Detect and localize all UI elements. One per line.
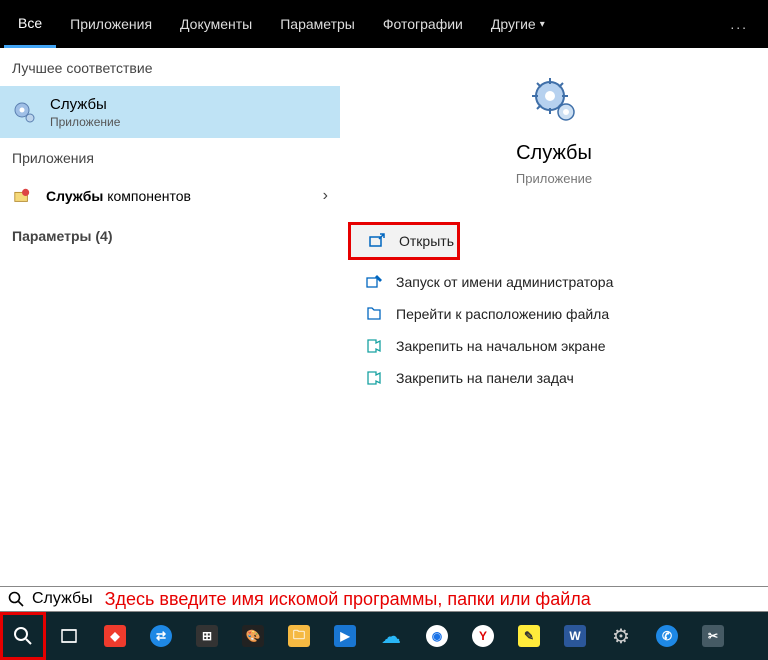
pin-to-taskbar-action[interactable]: Закрепить на панели задач (348, 362, 760, 394)
preview-title: Службы (516, 142, 592, 165)
app-result-item[interactable]: Службы компонентов › (0, 176, 340, 216)
search-icon (11, 624, 35, 648)
taskbar-search-button[interactable] (0, 612, 46, 660)
taskbar-app-explorer[interactable]: 🗀 (276, 612, 322, 660)
support-icon: ✆ (655, 624, 679, 648)
folder-icon: 🗀 (287, 624, 311, 648)
movies-icon: ▶ (333, 624, 357, 648)
notes-icon: ✎ (517, 624, 541, 648)
chevron-down-icon: ▾ (540, 19, 545, 30)
more-label: ... (730, 16, 748, 32)
tab-label: Фотографии (383, 16, 463, 32)
open-action[interactable]: Открыть (348, 222, 460, 260)
search-icon (8, 591, 24, 607)
gears-icon (530, 76, 578, 124)
taskview-icon (57, 624, 81, 648)
params-header[interactable]: Параметры (4) (0, 216, 340, 254)
calculator-icon: ⊞ (195, 624, 219, 648)
tab-label: Другие (491, 16, 536, 32)
results-list: Лучшее соответствие Службы Приложение Пр… (0, 48, 340, 586)
tab-documents[interactable]: Документы (166, 0, 266, 48)
tab-label: Все (18, 15, 42, 31)
anydesk-icon: ◆ (103, 624, 127, 648)
best-match-sub: Приложение (50, 115, 120, 129)
tab-photos[interactable]: Фотографии (369, 0, 477, 48)
best-match-header: Лучшее соответствие (0, 48, 340, 86)
gear-icon: ⚙ (609, 624, 633, 648)
location-icon (366, 306, 382, 322)
gears-icon (12, 100, 36, 124)
search-hint-annotation: Здесь введите имя искомой программы, пап… (105, 589, 591, 610)
run-as-admin-action[interactable]: Запуск от имени администратора (348, 266, 760, 298)
tab-settings[interactable]: Параметры (266, 0, 369, 48)
action-label: Закрепить на начальном экране (396, 338, 606, 354)
open-icon (369, 233, 385, 249)
admin-icon (366, 274, 382, 290)
component-icon (12, 186, 32, 206)
taskbar-app-snip[interactable]: ✂ (690, 612, 736, 660)
taskbar: ◆ ⇄ ⊞ 🎨 🗀 ▶ ☁ ◉ Y ✎ W ⚙ ✆ ✂ (0, 612, 768, 660)
tab-apps[interactable]: Приложения (56, 0, 166, 48)
search-filter-tabs: Все Приложения Документы Параметры Фотог… (0, 0, 768, 48)
taskbar-app-movies[interactable]: ▶ (322, 612, 368, 660)
pin-to-start-action[interactable]: Закрепить на начальном экране (348, 330, 760, 362)
cloud-icon: ☁ (379, 624, 403, 648)
apps-header: Приложения (0, 138, 340, 176)
tab-label: Документы (180, 16, 252, 32)
pin-taskbar-icon (366, 370, 382, 386)
taskbar-app-word[interactable]: W (552, 612, 598, 660)
taskbar-app-teamviewer[interactable]: ⇄ (138, 612, 184, 660)
taskbar-app-chrome[interactable]: ◉ (414, 612, 460, 660)
taskbar-app-yandex[interactable]: Y (460, 612, 506, 660)
word-icon: W (563, 624, 587, 648)
snip-icon: ✂ (701, 624, 725, 648)
preview-pane: Службы Приложение Открыть Запуск от имен… (340, 48, 768, 586)
chrome-icon: ◉ (425, 624, 449, 648)
taskbar-app-onedrive[interactable]: ☁ (368, 612, 414, 660)
search-query-text: Службы (32, 590, 93, 608)
action-label: Запуск от имени администратора (396, 274, 613, 290)
search-input-row[interactable]: Службы Здесь введите имя искомой програм… (0, 586, 768, 612)
action-label: Открыть (399, 233, 454, 249)
action-label: Перейти к расположению файла (396, 306, 609, 322)
taskbar-app-calculator[interactable]: ⊞ (184, 612, 230, 660)
taskbar-app-settings[interactable]: ⚙ (598, 612, 644, 660)
tab-label: Приложения (70, 16, 152, 32)
taskbar-app-paint[interactable]: 🎨 (230, 612, 276, 660)
tab-all[interactable]: Все (4, 0, 56, 48)
more-button[interactable]: ... (714, 16, 764, 32)
yandex-icon: Y (471, 624, 495, 648)
taskbar-app-anydesk[interactable]: ◆ (92, 612, 138, 660)
action-label: Закрепить на панели задач (396, 370, 574, 386)
open-file-location-action[interactable]: Перейти к расположению файла (348, 298, 760, 330)
tab-label: Параметры (280, 16, 355, 32)
taskbar-app-support[interactable]: ✆ (644, 612, 690, 660)
taskbar-app-notes[interactable]: ✎ (506, 612, 552, 660)
tab-other[interactable]: Другие ▾ (477, 0, 559, 48)
pin-start-icon (366, 338, 382, 354)
preview-subtitle: Приложение (516, 171, 592, 186)
taskbar-taskview-button[interactable] (46, 612, 92, 660)
best-match-title: Службы (50, 96, 120, 113)
preview-actions: Открыть Запуск от имени администратора П… (348, 222, 760, 394)
paint-icon: 🎨 (241, 624, 265, 648)
teamviewer-icon: ⇄ (149, 624, 173, 648)
chevron-right-icon: › (323, 187, 328, 205)
search-results-pane: Лучшее соответствие Службы Приложение Пр… (0, 48, 768, 586)
app-result-label: Службы компонентов (46, 188, 191, 204)
best-match-item[interactable]: Службы Приложение (0, 86, 340, 138)
